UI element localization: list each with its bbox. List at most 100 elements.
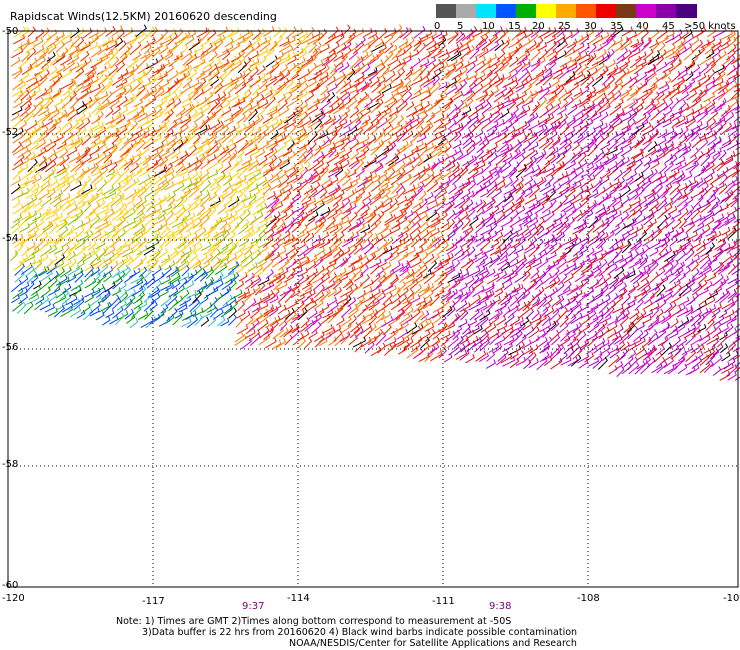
time-label-937: 9:37 [242,601,265,612]
wind-barb [215,162,224,173]
wind-barb [419,251,429,262]
wind-barb [235,280,245,290]
wind-barb [175,191,187,203]
wind-barb [524,175,534,186]
wind-barb [707,134,718,146]
wind-barb [620,195,630,207]
wind-barb [257,130,267,144]
wind-barb [95,286,107,298]
wind-barb [241,75,253,87]
wind-barb [713,181,725,192]
wind-barb [431,231,444,243]
wind-barb [105,225,116,236]
wind-barb [433,172,443,184]
wind-barb [220,99,230,110]
wind-barb [317,153,326,165]
wind-barb [557,171,569,181]
wind-barb [481,244,494,256]
wind-barb [160,224,169,236]
wind-barb [560,200,573,213]
wind-barb [54,34,66,47]
wind-barb [700,246,713,258]
wind-barb [714,213,725,224]
wind-barb [320,161,330,174]
wind-barb [514,42,523,54]
wind-barb [207,201,217,212]
wind-barb [487,323,497,333]
wind-barb [117,216,126,228]
wind-barb [656,55,665,66]
wind-barb [118,40,127,52]
wind-barb [536,65,547,77]
wind-barb [132,51,142,61]
wind-barb [266,191,276,200]
wind-barb [228,314,237,326]
wind-barb [229,160,240,172]
wind-barb [31,285,42,296]
wind-barb [278,105,290,117]
wind-barb [378,239,388,251]
wind-barb [336,267,347,278]
wind-barb [419,70,431,82]
wind-barb [644,146,657,158]
wind-barb [383,323,392,336]
wind-barb [76,36,85,48]
wind-barb [279,37,290,47]
wind-barb [355,36,366,49]
wind-barb [158,44,169,55]
wind-barb [396,281,406,293]
wind-barb [192,290,202,304]
wind-barb [223,113,234,123]
wind-barb [311,110,324,123]
wind-barb [417,145,428,159]
wind-barb [305,215,316,227]
wind-barb [361,239,371,251]
wind-barb [381,316,394,328]
wind-barb [297,337,306,349]
wind-barb [94,126,107,139]
wind-barb [138,237,147,247]
footnote-line-3: NOAA/NESDIS/Center for Satellite Applica… [289,638,577,649]
wind-barb [268,107,278,117]
wind-barb [335,98,344,110]
wind-barb [728,206,737,216]
wind-barb [158,28,169,41]
wind-barb [63,106,76,118]
wind-barbs-layer [10,24,740,381]
wind-barb [49,71,60,82]
wind-barb [623,98,636,109]
wind-barb [577,219,586,230]
wind-barb [559,135,568,146]
wind-barb [278,64,289,75]
wind-barb [445,77,457,89]
wind-barb [81,217,91,227]
wind-barb [89,215,101,228]
wind-barb [237,193,247,205]
wind-barb [690,147,699,159]
wind-barb [20,246,30,257]
wind-barb [685,154,698,167]
lat-label-50: -50 [2,26,19,37]
wind-barb [131,187,141,200]
wind-barb [212,38,224,53]
wind-barb [335,73,347,87]
wind-barb [95,240,106,250]
wind-barb [250,187,261,199]
wind-barb [199,180,212,194]
wind-barb [650,91,660,104]
wind-barb [578,131,589,144]
wind-barb [136,156,148,167]
wind-barb [670,293,682,304]
wind-barb [599,344,611,356]
wind-barb [712,89,726,101]
wind-barb [416,42,427,56]
wind-barb [721,351,731,362]
lon-label-114: -114 [287,593,310,604]
wind-barb [290,215,304,227]
wind-barb [147,68,160,80]
wind-barb [243,256,254,268]
wind-barb [468,266,481,277]
wind-barb [102,290,111,303]
wind-barb [298,89,308,100]
wind-barb [521,182,533,195]
